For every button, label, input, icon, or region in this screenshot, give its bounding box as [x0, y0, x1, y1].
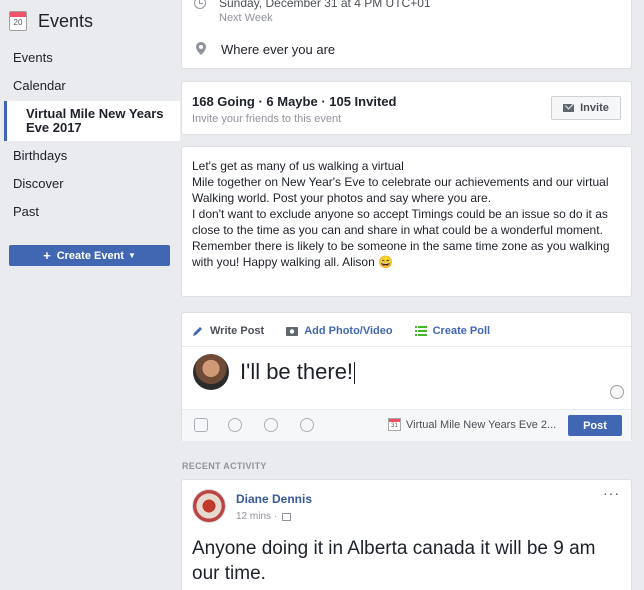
sidebar: 20 Events Events Calendar Virtual Mile N… [0, 0, 180, 590]
recent-post: Diane Dennis 12 mins · ··· Anyone doing … [181, 479, 632, 590]
calendar-icon-day: 20 [13, 18, 23, 27]
post-text-value: I'll be there! [240, 359, 354, 384]
event-location: Where ever you are [221, 42, 336, 57]
event-description: Let's get as many of us walking a virtua… [192, 159, 610, 269]
post-button[interactable]: Post [568, 415, 622, 436]
invite-button-label: Invite [580, 102, 609, 114]
invite-prompt: Invite your friends to this event [192, 113, 342, 125]
post-text-input[interactable]: I'll be there! [240, 359, 540, 385]
event-date-row: Sunday, December 31 at 4 PM UTC+01 Next … [194, 0, 431, 24]
event-date-relative: Next Week [219, 12, 273, 24]
event-tag-label: Virtual Mile New Years Eve 2... [406, 418, 557, 431]
plus-icon: + [43, 248, 51, 263]
location-pin-icon [196, 42, 206, 55]
meta-separator: · [274, 511, 278, 522]
post-time[interactable]: 12 mins [236, 511, 271, 522]
text-cursor [354, 362, 356, 385]
list-icon [414, 326, 427, 336]
feeling-icon[interactable] [264, 418, 278, 432]
sidebar-title: Events [38, 10, 94, 31]
tab-write-post[interactable]: Write Post [192, 325, 264, 337]
mini-calendar-day: 31 [391, 423, 398, 429]
event-date: Sunday, December 31 at 4 PM UTC+01 [219, 0, 431, 10]
tab-add-photo-video[interactable]: Add Photo/Video [286, 325, 393, 337]
tag-friends-icon[interactable] [228, 418, 242, 432]
composer-footer: 31 Virtual Mile New Years Eve 2... Post [182, 409, 631, 441]
tab-create-poll-label: Create Poll [432, 325, 491, 337]
emoji-icon[interactable] [610, 385, 624, 399]
attendance-summary[interactable]: 168 Going · 6 Maybe · 105 Invited [192, 94, 396, 109]
invite-button[interactable]: Invite [551, 96, 621, 120]
composer-tabs: Write Post Add Photo/Video Create Poll [192, 321, 512, 341]
sidebar-item-discover[interactable]: Discover [0, 170, 180, 198]
sidebar-item-birthdays[interactable]: Birthdays [0, 142, 180, 170]
create-event-button[interactable]: + Create Event ▼ [9, 245, 170, 266]
post-meta: 12 mins · [236, 511, 292, 522]
sidebar-item-calendar[interactable]: Calendar [0, 72, 180, 100]
create-event-label: Create Event [56, 249, 124, 262]
photo-icon[interactable] [194, 418, 208, 432]
calendar-icon: 20 [9, 11, 27, 31]
attendance-card: 168 Going · 6 Maybe · 105 Invited Invite… [181, 81, 632, 135]
camera-icon [286, 327, 299, 336]
author-avatar[interactable] [192, 489, 226, 523]
mini-calendar-icon: 31 [388, 418, 401, 431]
recent-activity-heading: RECENT ACTIVITY [182, 461, 267, 471]
sidebar-item-past[interactable]: Past [0, 198, 180, 226]
tabs-divider [182, 346, 631, 347]
event-tag[interactable]: 31 Virtual Mile New Years Eve 2... [388, 418, 556, 431]
post-composer: Write Post Add Photo/Video Create Poll I… [181, 312, 632, 441]
tab-create-poll[interactable]: Create Poll [414, 325, 491, 337]
tab-write-post-label: Write Post [210, 325, 265, 337]
event-details-card: Sunday, December 31 at 4 PM UTC+01 Next … [181, 0, 632, 69]
more-options-icon[interactable]: ··· [603, 485, 620, 501]
sidebar-item-events[interactable]: Events [0, 44, 180, 72]
sidebar-nav: Events Calendar Virtual Mile New Years E… [0, 44, 180, 226]
caret-down-icon: ▼ [127, 251, 136, 260]
sidebar-item-current-event[interactable]: Virtual Mile New Years Eve 2017 [4, 101, 180, 141]
sidebar-header: 20 Events [9, 9, 93, 33]
pencil-icon [193, 327, 202, 336]
event-description-card: Let's get as many of us walking a virtua… [181, 146, 632, 297]
check-in-icon[interactable] [300, 418, 314, 432]
post-body: Anyone doing it in Alberta canada it wil… [192, 538, 596, 584]
event-location-row: Where ever you are [194, 42, 335, 57]
clock-icon [194, 0, 206, 9]
user-avatar [193, 354, 229, 390]
post-author[interactable]: Diane Dennis [236, 492, 312, 506]
audience-icon[interactable] [282, 512, 292, 521]
envelope-icon [563, 104, 575, 112]
tab-add-photo-video-label: Add Photo/Video [304, 325, 393, 337]
